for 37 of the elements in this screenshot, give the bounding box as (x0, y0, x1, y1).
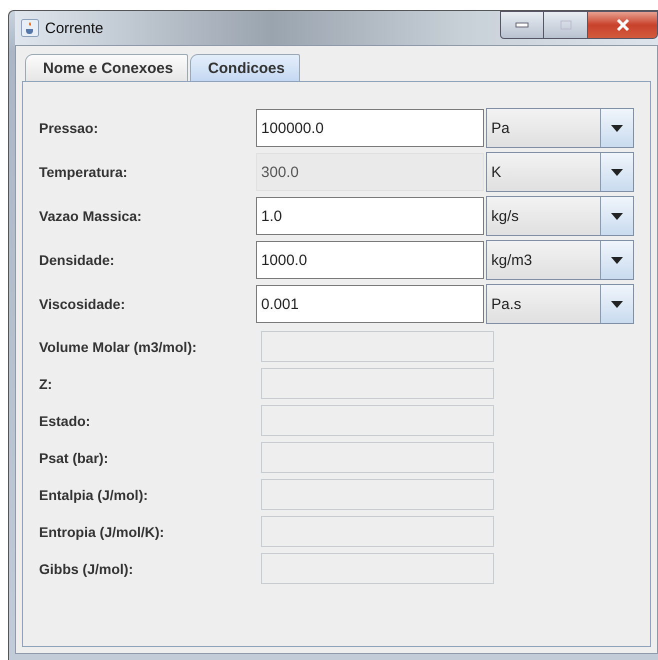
field-label: Viscosidade: (39, 296, 126, 312)
minimize-button[interactable] (500, 11, 544, 39)
close-button[interactable] (588, 11, 658, 39)
dropdown-arrow-icon (611, 300, 623, 308)
field-label: Psat (bar): (39, 450, 110, 466)
field-label: Temperatura: (39, 164, 128, 180)
unit-dropdown[interactable]: Pa.s (486, 284, 634, 324)
window-title: Corrente (45, 20, 104, 36)
tab[interactable]: Condicoes (190, 54, 300, 81)
field-label: Vazao Massica: (39, 208, 143, 224)
input-field[interactable]: 0.001 (256, 285, 484, 323)
field-label: Entropia (J/mol/K): (39, 524, 166, 540)
field-label: Entalpia (J/mol): (39, 486, 149, 502)
dropdown-arrow-icon (611, 256, 623, 264)
unit-dropdown[interactable]: Pa (486, 108, 634, 148)
field-label: Estado: (39, 412, 92, 428)
field-label: Densidade: (39, 252, 116, 268)
unit-dropdown[interactable]: K (486, 152, 634, 192)
minimize-icon (515, 22, 529, 28)
dropdown-arrow-icon (611, 168, 623, 176)
maximize-button[interactable] (544, 11, 588, 39)
dropdown-arrow-icon (611, 212, 623, 220)
maximize-icon (560, 20, 572, 30)
unit-dropdown[interactable]: kg/s (486, 196, 634, 236)
dropdown-arrow-icon (611, 124, 623, 132)
field-label: Pressao: (39, 120, 100, 136)
tab[interactable]: Nome e Conexoes (25, 54, 188, 81)
close-icon (616, 19, 630, 31)
cup-icon (21, 19, 39, 37)
input-field[interactable]: 100000.0 (256, 109, 484, 147)
input-field[interactable]: 1.0 (256, 197, 484, 235)
input-field[interactable]: 1000.0 (256, 241, 484, 279)
input-field: 300.0 (256, 153, 484, 191)
field-label: Volume Molar (m3/mol): (39, 338, 198, 354)
field-label: Gibbs (J/mol): (39, 560, 134, 576)
field-label: Z: (39, 376, 54, 392)
unit-dropdown[interactable]: kg/m3 (486, 240, 634, 280)
